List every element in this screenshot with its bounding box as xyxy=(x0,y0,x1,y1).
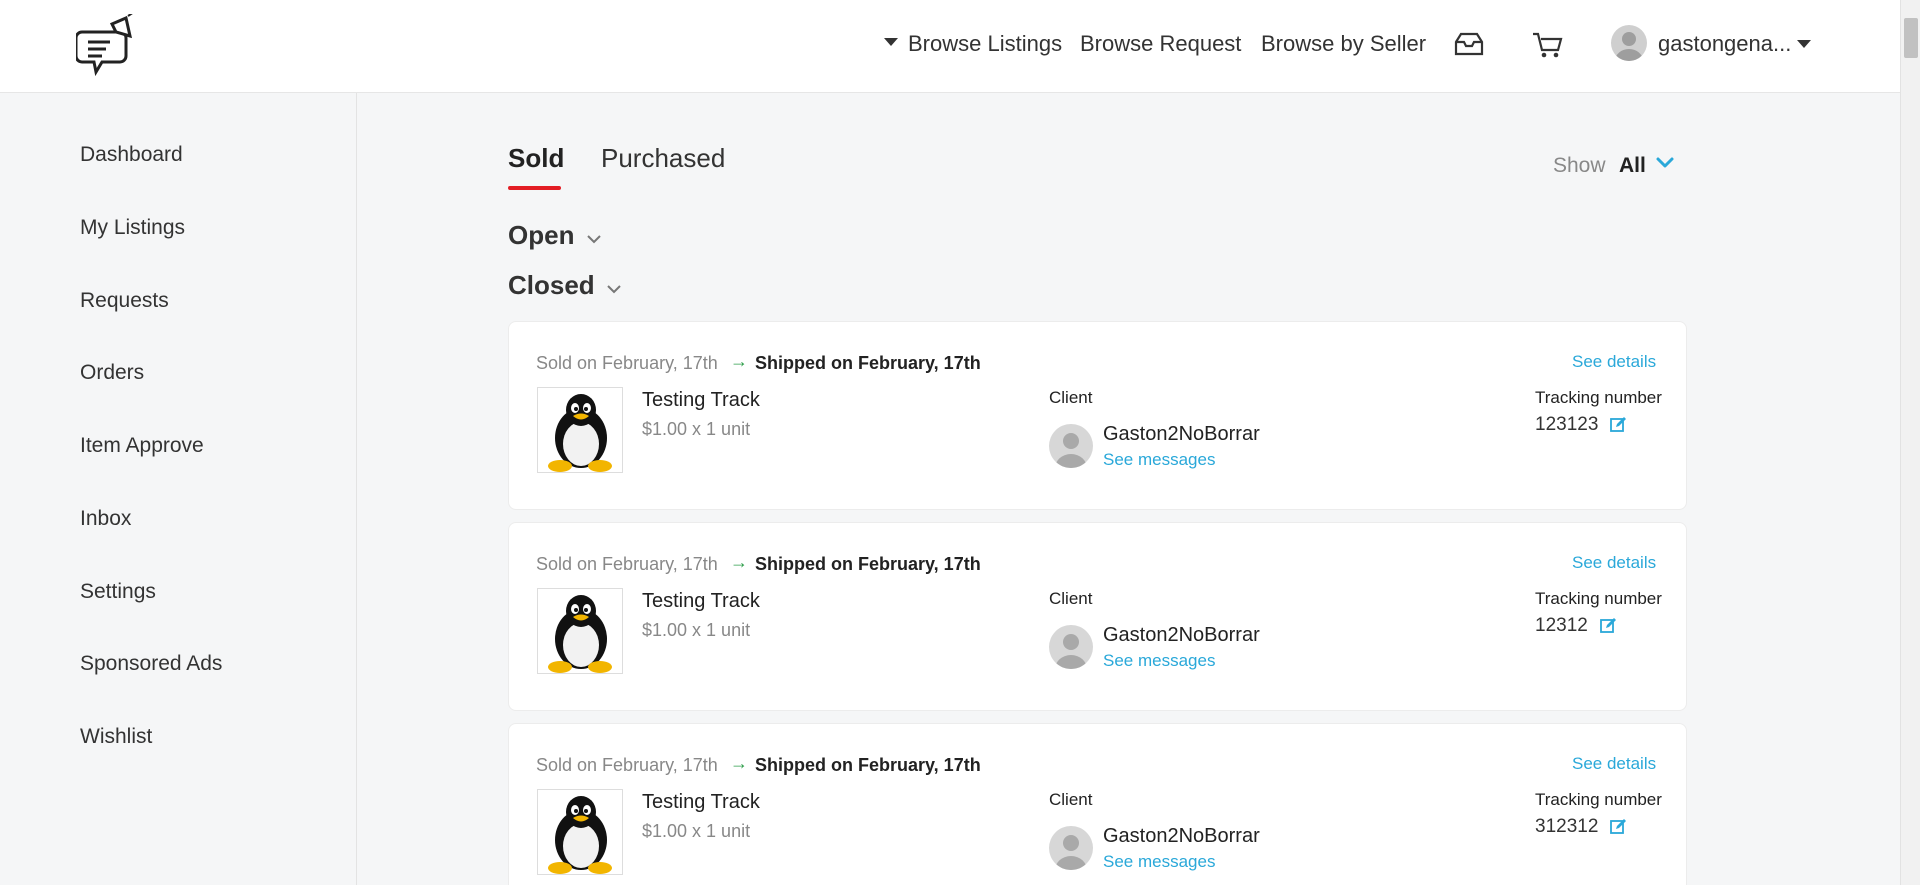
order-card: Sold on February, 17th → Shipped on Febr… xyxy=(508,321,1687,510)
sold-date: Sold on February, 17th xyxy=(536,755,718,775)
sidebar-item-dashboard[interactable]: Dashboard xyxy=(80,143,183,167)
user-name[interactable]: gastongena... xyxy=(1658,31,1791,57)
client-label: Client xyxy=(1049,790,1093,809)
tracking-label: Tracking number xyxy=(1535,790,1662,809)
item-price: $1.00 x 1 unit xyxy=(642,620,751,640)
browse-listings-menu[interactable]: Browse Listings xyxy=(884,31,1062,57)
show-filter-value[interactable]: All xyxy=(1619,154,1646,178)
inbox-icon[interactable] xyxy=(1452,30,1486,60)
browse-by-seller-link[interactable]: Browse by Seller xyxy=(1261,31,1426,57)
browse-listings-label: Browse Listings xyxy=(908,31,1063,56)
item-title[interactable]: Testing Track xyxy=(642,389,760,412)
item-price: $1.00 x 1 unit xyxy=(642,821,751,841)
shipped-date: Shipped on February, 17th xyxy=(755,755,981,775)
top-navbar: Browse Listings Browse Request Browse by… xyxy=(0,0,1900,93)
edit-icon[interactable] xyxy=(1609,818,1627,836)
client-label: Client xyxy=(1049,589,1093,608)
client-name: Gaston2NoBorrar xyxy=(1103,423,1260,445)
sidebar-item-orders[interactable]: Orders xyxy=(80,361,144,385)
client-name: Gaston2NoBorrar xyxy=(1103,825,1260,847)
penguin-icon xyxy=(548,394,612,472)
shipped-date: Shipped on February, 17th xyxy=(755,353,981,373)
tracking-label: Tracking number xyxy=(1535,388,1662,407)
see-details-link[interactable]: See details xyxy=(1572,553,1656,573)
avatar-icon xyxy=(1615,32,1643,61)
edit-icon[interactable] xyxy=(1609,416,1627,434)
item-price: $1.00 x 1 unit xyxy=(642,419,751,439)
tab-purchased[interactable]: Purchased xyxy=(601,143,725,174)
avatar-icon xyxy=(1055,634,1087,669)
sold-date: Sold on February, 17th xyxy=(536,353,718,373)
item-thumbnail[interactable] xyxy=(537,588,623,674)
scrollbar-thumb[interactable] xyxy=(1904,18,1918,58)
tracking-label: Tracking number xyxy=(1535,589,1662,608)
order-card: Sold on February, 17th → Shipped on Febr… xyxy=(508,522,1687,711)
cart-icon[interactable] xyxy=(1531,30,1565,60)
closed-section-toggle[interactable]: Closed xyxy=(508,270,622,301)
sidebar-item-item-approve[interactable]: Item Approve xyxy=(80,434,204,458)
open-section-label: Open xyxy=(508,220,575,250)
penguin-icon xyxy=(548,595,612,673)
item-thumbnail[interactable] xyxy=(537,789,623,875)
client-avatar xyxy=(1049,625,1093,669)
sidebar-item-wishlist[interactable]: Wishlist xyxy=(80,725,152,749)
edit-icon[interactable] xyxy=(1599,617,1617,635)
chevron-down-icon[interactable] xyxy=(1654,152,1676,174)
open-section-toggle[interactable]: Open xyxy=(508,220,602,251)
active-tab-indicator xyxy=(508,186,561,190)
see-messages-link[interactable]: See messages xyxy=(1103,852,1215,872)
see-messages-link[interactable]: See messages xyxy=(1103,651,1215,671)
sidebar-item-settings[interactable]: Settings xyxy=(80,580,156,604)
tracking-number: 123123 xyxy=(1535,414,1599,435)
avatar-icon xyxy=(1055,835,1087,870)
closed-section-label: Closed xyxy=(508,270,595,300)
sold-date: Sold on February, 17th xyxy=(536,554,718,574)
arrow-right-icon: → xyxy=(730,552,748,572)
sidebar: Dashboard My Listings Requests Orders It… xyxy=(0,93,357,885)
tracking-number: 12312 xyxy=(1535,615,1588,636)
shipped-date: Shipped on February, 17th xyxy=(755,554,981,574)
tracking-number: 312312 xyxy=(1535,816,1599,837)
sidebar-item-sponsored-ads[interactable]: Sponsored Ads xyxy=(80,652,222,676)
see-details-link[interactable]: See details xyxy=(1572,754,1656,774)
item-thumbnail[interactable] xyxy=(537,387,623,473)
caret-down-icon xyxy=(884,38,898,47)
chevron-down-icon xyxy=(607,285,621,294)
item-title[interactable]: Testing Track xyxy=(642,590,760,613)
show-filter-label: Show xyxy=(1553,154,1606,177)
page-scrollbar[interactable] xyxy=(1900,0,1920,885)
chevron-down-icon xyxy=(586,235,601,244)
penguin-icon xyxy=(548,796,612,874)
client-avatar xyxy=(1049,826,1093,870)
client-label: Client xyxy=(1049,388,1093,407)
avatar-icon xyxy=(1055,433,1087,468)
sidebar-item-my-listings[interactable]: My Listings xyxy=(80,216,185,240)
client-avatar xyxy=(1049,424,1093,468)
sidebar-item-requests[interactable]: Requests xyxy=(80,289,169,313)
chevron-down-icon[interactable] xyxy=(1797,40,1811,48)
client-name: Gaston2NoBorrar xyxy=(1103,624,1260,646)
see-messages-link[interactable]: See messages xyxy=(1103,450,1215,470)
arrow-right-icon: → xyxy=(730,351,748,371)
tab-sold[interactable]: Sold xyxy=(508,143,564,174)
logo-icon[interactable] xyxy=(76,14,138,78)
sidebar-item-inbox[interactable]: Inbox xyxy=(80,507,131,531)
user-avatar[interactable] xyxy=(1611,25,1647,61)
item-title[interactable]: Testing Track xyxy=(642,791,760,814)
browse-request-link[interactable]: Browse Request xyxy=(1080,31,1241,57)
order-card: Sold on February, 17th → Shipped on Febr… xyxy=(508,723,1687,885)
arrow-right-icon: → xyxy=(730,753,748,773)
see-details-link[interactable]: See details xyxy=(1572,352,1656,372)
